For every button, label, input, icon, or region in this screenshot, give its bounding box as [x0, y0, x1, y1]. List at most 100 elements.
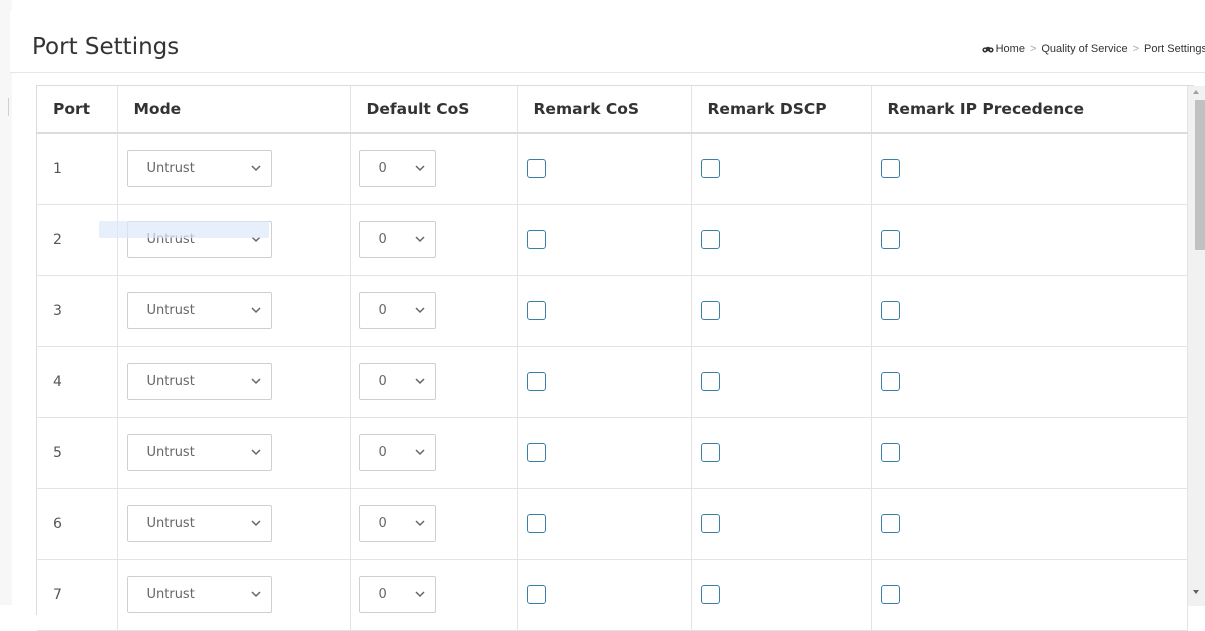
default-cos-select[interactable]: 0 — [358, 505, 436, 542]
table-row: 2 Untrust 0 — [37, 204, 1188, 276]
default-cos-value: 0 — [378, 161, 387, 177]
chevron-down-icon — [250, 520, 261, 527]
remark-ip-precedence-cell — [871, 417, 1188, 489]
mode-select-value: Untrust — [146, 374, 195, 389]
mode-select[interactable]: Untrust — [126, 150, 272, 188]
default-cos-value: 0 — [378, 516, 387, 531]
mode-cell: Untrust — [117, 346, 351, 418]
breadcrumb-separator: > — [1029, 43, 1037, 55]
remark-ip-precedence-checkbox[interactable] — [880, 301, 900, 320]
remark-cos-checkbox[interactable] — [526, 159, 546, 179]
remark-ip-precedence-checkbox[interactable] — [880, 443, 900, 462]
default-cos-cell: 0 — [350, 488, 518, 560]
remark-ip-precedence-cell — [871, 204, 1188, 276]
breadcrumb-quality-of-service[interactable]: Quality of Service — [1041, 43, 1127, 55]
remark-cos-checkbox[interactable] — [526, 514, 546, 533]
default-cos-cell: 0 — [350, 204, 518, 276]
mode-cell: Untrust — [117, 417, 351, 489]
scroll-up-arrow-icon[interactable] — [1193, 90, 1199, 94]
port-number: 2 — [37, 204, 118, 276]
chevron-down-icon — [250, 307, 261, 314]
mode-select[interactable]: Untrust — [126, 292, 272, 329]
table-row: 1 Untrust 0 — [37, 133, 1188, 205]
remark-cos-checkbox[interactable] — [526, 443, 546, 462]
remark-dscp-checkbox[interactable] — [700, 230, 720, 249]
home-icon — [982, 46, 994, 52]
vertical-scrollbar[interactable] — [1188, 86, 1205, 606]
remark-dscp-cell — [691, 275, 872, 347]
port-number: 1 — [37, 133, 118, 205]
remark-cos-cell — [517, 488, 692, 560]
mode-select-value: Untrust — [146, 303, 195, 318]
chevron-down-icon — [250, 449, 261, 456]
column-header-mode: Mode — [117, 86, 351, 134]
remark-ip-precedence-cell — [871, 488, 1188, 560]
mode-cell: Untrust — [117, 488, 351, 560]
default-cos-value: 0 — [378, 587, 387, 602]
scrollbar-thumb[interactable] — [1195, 100, 1205, 250]
table-row: 3 Untrust 0 — [37, 275, 1188, 347]
breadcrumb-home[interactable]: Home — [996, 43, 1025, 55]
breadcrumb: Home > Quality of Service > Port Setting… — [982, 43, 1205, 55]
default-cos-select[interactable]: 0 — [358, 363, 436, 400]
chevron-down-icon — [414, 520, 425, 527]
mode-select-value: Untrust — [146, 587, 195, 602]
port-settings-table-panel: Port Mode Default CoS Remark CoS Remark … — [36, 85, 1194, 631]
mode-select[interactable]: Untrust — [126, 505, 272, 542]
default-cos-select[interactable]: 0 — [358, 150, 436, 188]
mode-select[interactable]: Untrust — [126, 434, 272, 471]
remark-dscp-cell — [691, 488, 872, 560]
remark-dscp-cell — [691, 346, 872, 418]
remark-ip-precedence-checkbox[interactable] — [880, 585, 900, 604]
default-cos-value: 0 — [378, 374, 387, 389]
chevron-down-icon — [414, 236, 425, 243]
remark-dscp-checkbox[interactable] — [700, 159, 720, 179]
remark-cos-checkbox[interactable] — [526, 372, 546, 391]
column-header-port: Port — [37, 86, 118, 134]
mode-cell: Untrust — [117, 275, 351, 347]
chevron-down-icon — [414, 307, 425, 314]
default-cos-cell: 0 — [350, 346, 518, 418]
remark-cos-cell — [517, 133, 692, 205]
column-header-default-cos: Default CoS — [350, 86, 518, 134]
chevron-down-icon — [414, 591, 425, 598]
port-number: 4 — [37, 346, 118, 418]
remark-cos-checkbox[interactable] — [526, 585, 546, 604]
left-gutter-mark — [8, 98, 9, 116]
remark-ip-precedence-cell — [871, 559, 1188, 631]
mode-select[interactable]: Untrust — [126, 363, 272, 400]
remark-dscp-checkbox[interactable] — [700, 514, 720, 533]
default-cos-cell: 0 — [350, 559, 518, 631]
default-cos-select[interactable]: 0 — [358, 576, 436, 613]
remark-dscp-checkbox[interactable] — [700, 301, 720, 320]
chevron-down-icon — [250, 591, 261, 598]
remark-ip-precedence-checkbox[interactable] — [880, 372, 900, 391]
remark-cos-cell — [517, 275, 692, 347]
remark-cos-cell — [517, 346, 692, 418]
page-header: Port Settings Home > Quality of Service … — [10, 10, 1205, 73]
default-cos-value: 0 — [378, 445, 387, 460]
mode-select[interactable]: Untrust — [126, 576, 272, 613]
default-cos-select[interactable]: 0 — [358, 434, 436, 471]
remark-dscp-cell — [691, 417, 872, 489]
breadcrumb-port-settings: Port Settings — [1144, 43, 1205, 55]
remark-cos-checkbox[interactable] — [526, 230, 546, 249]
remark-ip-precedence-cell — [871, 275, 1188, 347]
chevron-down-icon — [414, 378, 425, 385]
remark-dscp-checkbox[interactable] — [700, 443, 720, 462]
mode-select-value: Untrust — [146, 161, 195, 177]
remark-ip-precedence-checkbox[interactable] — [880, 159, 900, 179]
page-title: Port Settings — [32, 34, 180, 60]
remark-dscp-checkbox[interactable] — [700, 585, 720, 604]
default-cos-value: 0 — [378, 303, 387, 318]
scroll-down-arrow-icon[interactable] — [1193, 590, 1199, 594]
default-cos-select[interactable]: 0 — [358, 292, 436, 329]
port-number: 6 — [37, 488, 118, 560]
chevron-down-icon — [250, 165, 261, 172]
remark-cos-checkbox[interactable] — [526, 301, 546, 320]
remark-dscp-checkbox[interactable] — [700, 372, 720, 391]
column-header-remark-cos: Remark CoS — [517, 86, 692, 134]
default-cos-select[interactable]: 0 — [358, 221, 436, 258]
remark-ip-precedence-checkbox[interactable] — [880, 514, 900, 533]
remark-ip-precedence-checkbox[interactable] — [880, 230, 900, 249]
